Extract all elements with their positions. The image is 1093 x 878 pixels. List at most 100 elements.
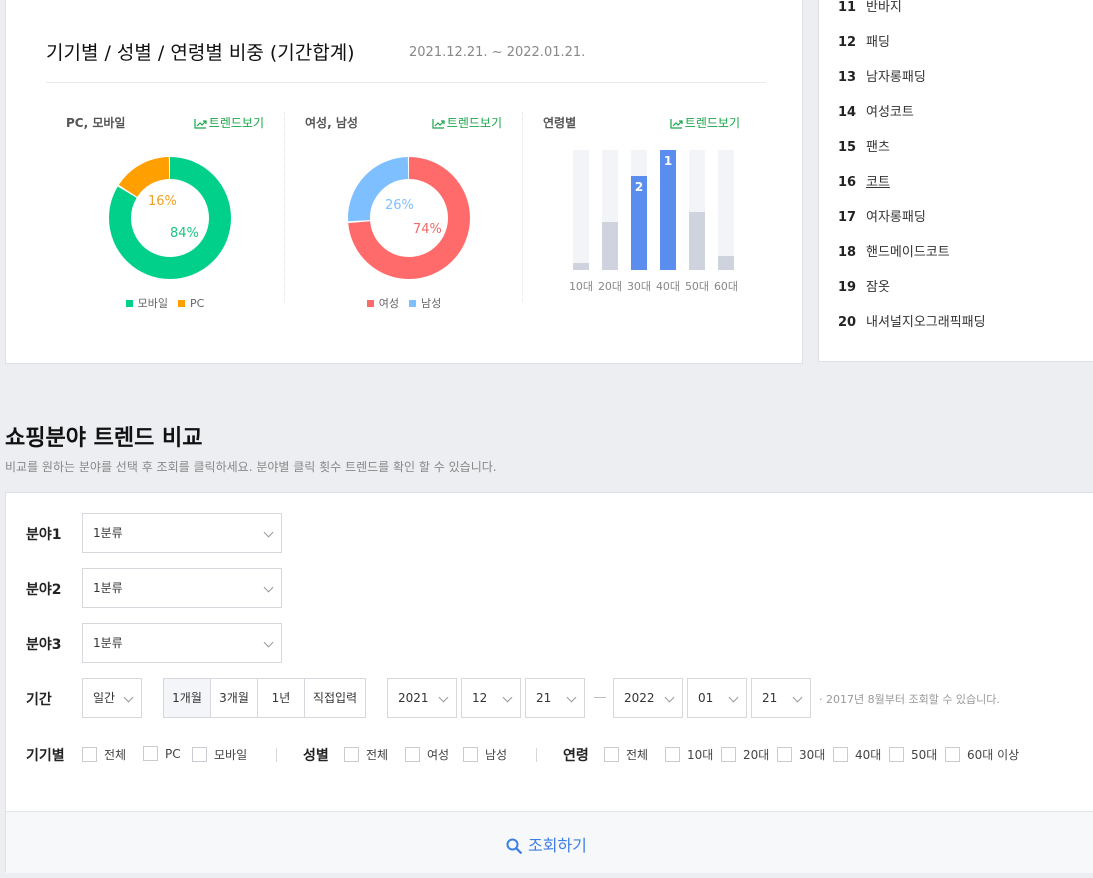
search-button[interactable]: 조회하기 <box>506 832 587 856</box>
filter-row: 기기별 전체 PC 모바일 성별 전체 여성 남성 연령 전체 10대 20대 … <box>6 744 1093 764</box>
legend-swatch-male <box>409 300 416 307</box>
female-pct-label: 74% <box>413 222 442 237</box>
legend-label-female: 여성 <box>378 297 399 310</box>
gender-all-label: 전체 <box>366 748 389 762</box>
period-custom-button[interactable]: 직접입력 <box>304 679 365 717</box>
ranking-name: 내셔널지오그래픽패딩 <box>866 315 986 330</box>
legend-swatch-female <box>366 300 374 307</box>
age-tick-label: 10대 <box>568 280 594 293</box>
age-bar-chart: 10대 20대 2 30대 1 40대 50대 60대 <box>569 150 753 293</box>
start-month-select[interactable]: 12 <box>461 678 521 718</box>
device-pc-checkbox[interactable]: PC <box>143 746 181 761</box>
gender-male-checkbox[interactable]: 남성 <box>463 746 507 763</box>
start-year-select[interactable]: 2021 <box>387 678 457 718</box>
ranking-name: 팬츠 <box>866 140 890 155</box>
ranking-item[interactable]: 15 팬츠 <box>838 136 890 156</box>
age-20s-checkbox[interactable]: 20대 <box>721 746 769 763</box>
age-trend-link[interactable]: 트렌드보기 <box>670 114 740 131</box>
ranking-number: 15 <box>838 140 857 155</box>
age-bar-track <box>718 150 734 270</box>
age-40s-label: 40대 <box>855 748 882 762</box>
age-bar <box>718 256 734 270</box>
gender-female-checkbox[interactable]: 여성 <box>405 746 449 763</box>
device-trend-label: 트렌드보기 <box>208 116 264 130</box>
chevron-down-icon <box>263 582 274 593</box>
device-all-label: 전체 <box>104 748 127 762</box>
device-legend: 모바일 PC <box>46 295 284 311</box>
field1-select[interactable]: 1분류 <box>82 513 282 553</box>
period-1month-button[interactable]: 1개월 <box>164 679 210 717</box>
period-unit-select[interactable]: 일간 <box>82 678 142 718</box>
device-mobile-label: 모바일 <box>214 748 248 762</box>
checkbox-box <box>82 747 97 762</box>
checkbox-box <box>945 747 960 762</box>
age-60plus-label: 60대 이상 <box>967 748 1020 762</box>
ratio-title: 기기별 / 성별 / 연령별 비중 (기간합계) <box>46 42 355 64</box>
ranking-number: 11 <box>838 0 857 15</box>
ranking-item[interactable]: 11 반바지 <box>838 0 902 16</box>
chevron-down-icon <box>263 527 274 538</box>
field3-label: 분야3 <box>26 637 62 653</box>
chevron-down-icon <box>438 692 449 703</box>
ranking-item[interactable]: 20 내셔널지오그래픽패딩 <box>838 311 986 331</box>
period-range-buttons: 1개월 3개월 1년 직접입력 <box>163 678 366 718</box>
device-all-checkbox[interactable]: 전체 <box>82 746 126 763</box>
ranking-item[interactable]: 14 여성코트 <box>838 101 914 121</box>
period-3month-button[interactable]: 3개월 <box>210 679 257 717</box>
field2-select-value: 1분류 <box>93 581 123 595</box>
age-bar-track <box>573 150 589 270</box>
ranking-item[interactable]: 13 남자롱패딩 <box>838 66 926 86</box>
divider <box>46 82 766 83</box>
age-30s-label: 30대 <box>799 748 826 762</box>
age-bar <box>573 263 589 270</box>
age-bar <box>689 212 705 270</box>
legend-swatch-pc <box>178 300 186 307</box>
age-bar <box>660 150 676 270</box>
ranking-item[interactable]: 16 코트 <box>838 171 890 191</box>
end-month-select[interactable]: 01 <box>687 678 747 718</box>
ranking-name: 여자롱패딩 <box>866 210 926 225</box>
ranking-item[interactable]: 19 잠옷 <box>838 276 890 296</box>
end-day-select[interactable]: 21 <box>751 678 811 718</box>
device-mobile-checkbox[interactable]: 모바일 <box>192 746 247 763</box>
age-60plus-checkbox[interactable]: 60대 이상 <box>945 746 1019 763</box>
age-10s-label: 10대 <box>687 748 714 762</box>
field3-select[interactable]: 1분류 <box>82 623 282 663</box>
age-tick-label: 50대 <box>684 280 710 293</box>
period-1year-button[interactable]: 1년 <box>257 679 304 717</box>
age-all-checkbox[interactable]: 전체 <box>604 746 648 763</box>
start-day-select[interactable]: 21 <box>525 678 585 718</box>
end-year-select[interactable]: 2022 <box>613 678 683 718</box>
compare-form: 분야1 1분류 분야2 1분류 분야3 1분류 기간 일간 1개월 3개월 1년… <box>5 492 1093 873</box>
ranking-item[interactable]: 18 핸드메이드코트 <box>838 241 950 261</box>
field2-label: 분야2 <box>26 582 62 598</box>
ranking-number: 16 <box>838 175 857 190</box>
age-10s-checkbox[interactable]: 10대 <box>665 746 713 763</box>
ranking-name: 코트 <box>866 175 890 190</box>
gender-panel-label: 여성, 남성 <box>305 116 358 130</box>
age-30s-checkbox[interactable]: 30대 <box>777 746 825 763</box>
period-unit-value: 일간 <box>93 691 116 705</box>
field3-select-value: 1분류 <box>93 636 123 650</box>
checkbox-box <box>604 747 619 762</box>
chevron-down-icon <box>664 692 675 703</box>
ranking-item[interactable]: 17 여자롱패딩 <box>838 206 926 226</box>
age-50s-checkbox[interactable]: 50대 <box>889 746 937 763</box>
gender-male-label: 남성 <box>485 748 508 762</box>
trend-up-icon <box>670 119 683 129</box>
gender-trend-link[interactable]: 트렌드보기 <box>432 114 502 131</box>
divider <box>276 748 277 762</box>
field1-label: 분야1 <box>26 527 62 543</box>
gender-trend-label: 트렌드보기 <box>446 116 502 130</box>
compare-title: 쇼핑분야 트렌드 비교 <box>5 426 203 451</box>
age-40s-checkbox[interactable]: 40대 <box>833 746 881 763</box>
ranking-item[interactable]: 12 패딩 <box>838 31 890 51</box>
start-year-value: 2021 <box>398 691 429 705</box>
checkbox-box <box>721 747 736 762</box>
device-trend-link[interactable]: 트렌드보기 <box>194 114 264 131</box>
age-bar-track: 2 <box>631 150 647 270</box>
field2-select[interactable]: 1분류 <box>82 568 282 608</box>
gender-all-checkbox[interactable]: 전체 <box>344 746 388 763</box>
ratio-card: 기기별 / 성별 / 연령별 비중 (기간합계) 2021.12.21. ~ 2… <box>5 0 803 364</box>
period-label: 기간 <box>26 692 52 708</box>
